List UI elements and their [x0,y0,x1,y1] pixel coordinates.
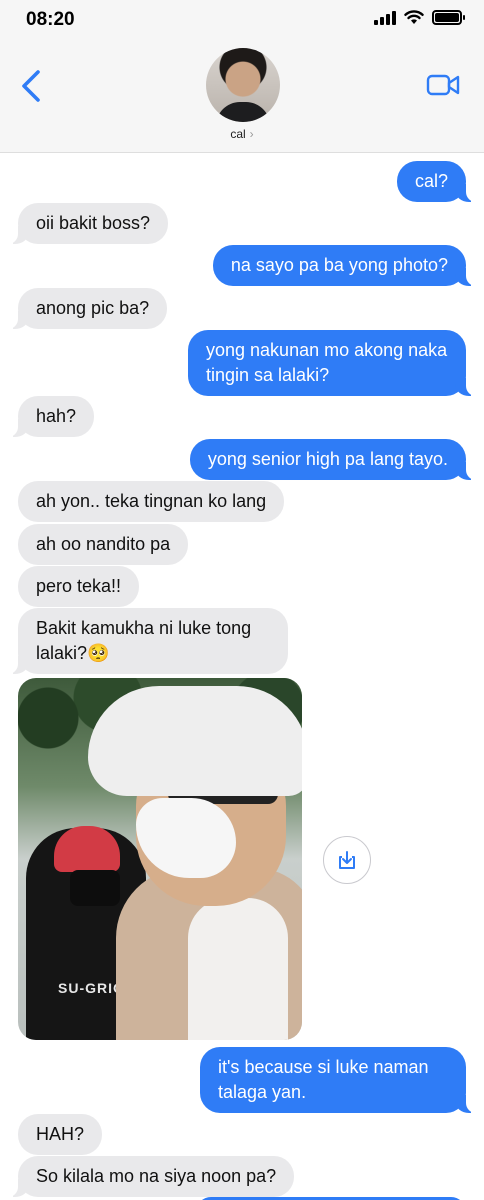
photo-red-hair [54,826,120,872]
download-icon [339,851,355,869]
message-text: So kilala mo na siya noon pa? [36,1166,277,1186]
contact-name[interactable]: cal › [0,127,484,141]
message-received[interactable]: pero teka!! [18,566,140,607]
save-photo-button[interactable] [323,836,371,884]
message-sent[interactable]: yong senior high pa lang tayo. [189,439,481,480]
message-text: ah yon.. teka tingnan ko lang [36,491,267,511]
status-time: 08:20 [26,9,75,30]
message-text: it's because si luke naman talaga yan. [218,1057,429,1102]
message-received[interactable]: ah yon.. teka tingnan ko lang [18,481,285,522]
message-text: cal? [414,171,448,191]
message-received[interactable]: HAH? [18,1114,103,1155]
message-received[interactable]: anong pic ba? [3,288,168,329]
message-text: oii bakit boss? [36,213,151,233]
message-received[interactable]: hah? [3,396,95,437]
chevron-right-icon: › [249,127,254,141]
video-camera-icon[interactable] [426,73,460,97]
cellular-signal-icon [374,10,396,25]
message-received[interactable]: Bakit kamukha ni luke tong lalaki?🥺 [4,608,288,674]
message-text: yong senior high pa lang tayo. [207,449,448,469]
message-received[interactable]: ah oo nandito pa [18,524,189,565]
message-text: pero teka!! [36,576,122,596]
message-text: anong pic ba? [36,298,150,318]
message-text: ah oo nandito pa [36,534,171,554]
message-sent[interactable]: cal? [396,161,481,202]
message-sent[interactable]: it's because si luke naman talaga yan. [200,1047,480,1113]
photo-black-mask [70,870,120,906]
contact-name-label: cal [230,127,246,141]
wifi-icon [404,10,424,24]
photo-cap [88,686,302,796]
status-icons [374,10,465,25]
battery-icon [432,10,465,25]
message-sent[interactable]: na sayo pa ba yong photo? [212,245,481,286]
message-received[interactable]: oii bakit boss? [3,203,169,244]
conversation-header: 08:20 cal › [0,0,484,153]
message-text: yong nakunan mo akong naka tingin sa lal… [206,340,448,385]
message-sent[interactable]: yong nakunan mo akong naka tingin sa lal… [188,330,480,396]
back-chevron-icon[interactable] [18,68,44,104]
message-text: Bakit kamukha ni luke tong lalaki?🥺 [36,618,252,663]
photo-tshirt [188,898,288,1040]
message-text: HAH? [36,1124,85,1144]
message-text: hah? [36,406,77,426]
message-text: na sayo pa ba yong photo? [230,255,448,275]
message-photo[interactable]: SU-GRIOS [18,678,302,1040]
contact-avatar[interactable] [206,48,280,122]
message-received[interactable]: So kilala mo na siya noon pa? [3,1156,295,1197]
